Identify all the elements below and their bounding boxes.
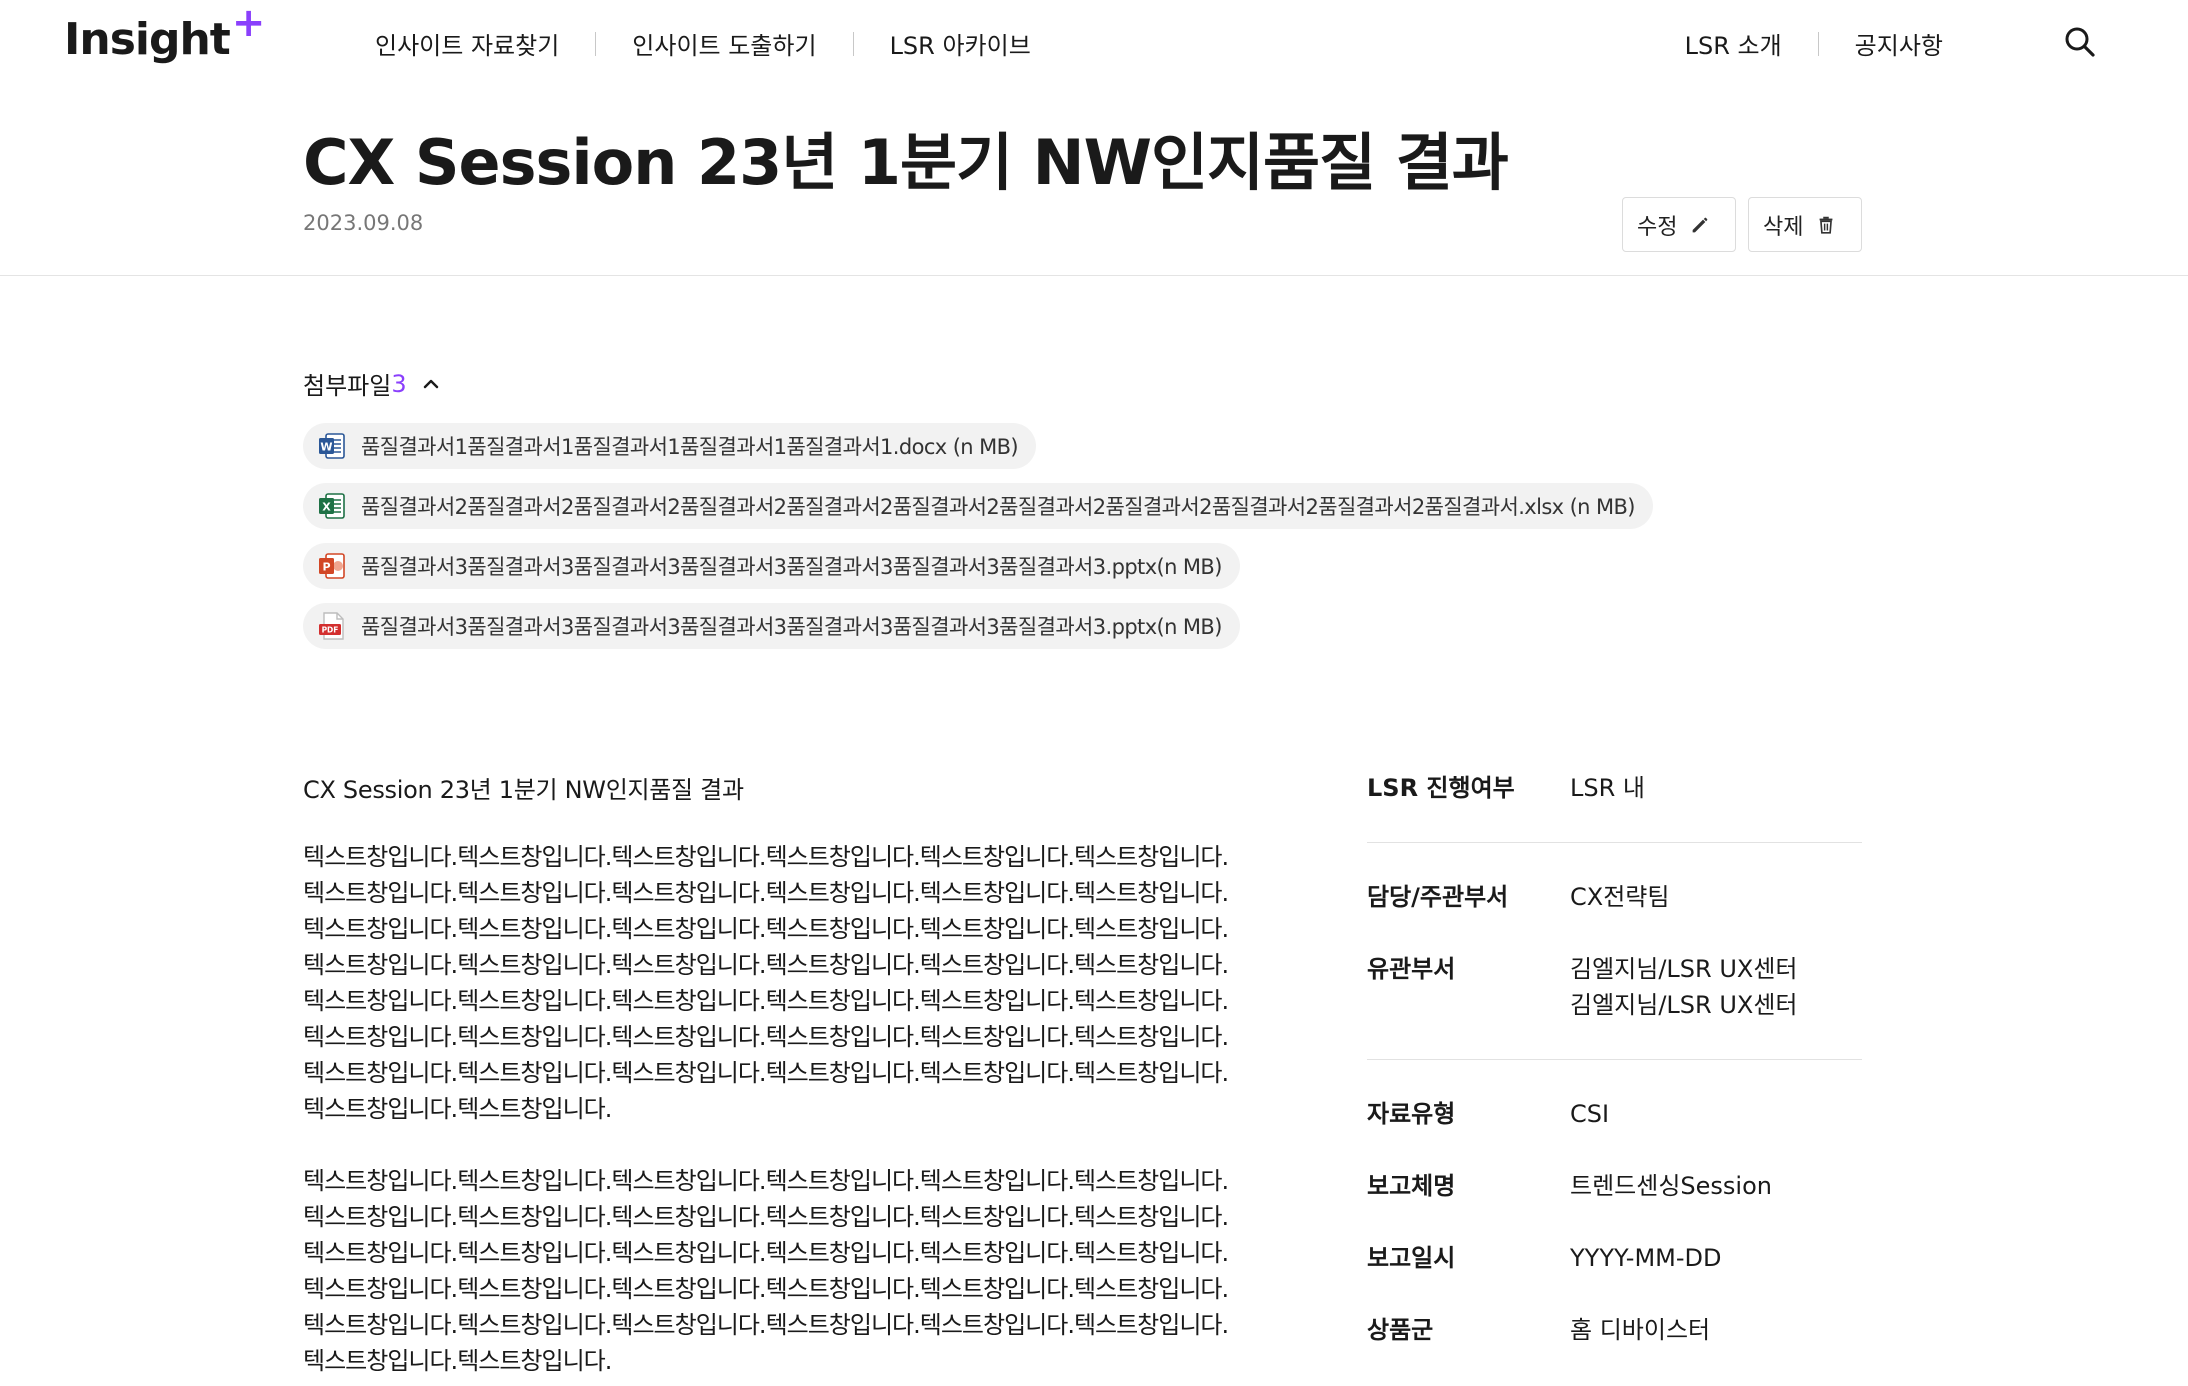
word-file-icon: W bbox=[319, 433, 345, 459]
info-row-report-date: 보고일시 YYYY-MM-DD bbox=[1367, 1240, 1862, 1276]
info-row-related: 유관부서 김엘지님/LSR UX센터 김엘지님/LSR UX센터 bbox=[1367, 951, 1862, 1023]
info-label: 보고체명 bbox=[1367, 1172, 1456, 1200]
util-item-lsr-intro[interactable]: LSR 소개 bbox=[1685, 26, 1782, 61]
svg-text:PDF: PDF bbox=[322, 626, 339, 635]
info-divider bbox=[1367, 842, 1862, 843]
info-value: 김엘지님/LSR UX센터 bbox=[1570, 991, 1798, 1019]
attachment-name: 품질결과서3품질결과서3품질결과서3품질결과서3품질결과서3품질결과서3품질결과… bbox=[361, 615, 1222, 639]
info-label: 보고일시 bbox=[1367, 1244, 1456, 1272]
attachment-name: 품질결과서2품질결과서2품질결과서2품질결과서2품질결과서2품질결과서2품질결과… bbox=[361, 495, 1635, 519]
attachments-label: 첨부파일 bbox=[303, 372, 392, 400]
info-row-data-type: 자료유형 CSI bbox=[1367, 1096, 1862, 1132]
main-nav: 인사이트 자료찾기 인사이트 도출하기 LSR 아카이브 bbox=[375, 26, 1031, 61]
info-value: 김엘지님/LSR UX센터 bbox=[1570, 955, 1798, 983]
title-divider bbox=[0, 275, 2188, 276]
attachment-name: 품질결과서1품질결과서1품질결과서1품질결과서1품질결과서1.docx (n M… bbox=[361, 435, 1019, 459]
info-value: CSI bbox=[1570, 1100, 1610, 1128]
page-title: CX Session 23년 1분기 NW인지품질 결과 bbox=[303, 126, 1509, 199]
pencil-icon bbox=[1693, 217, 1708, 232]
search-icon bbox=[2065, 27, 2095, 57]
attachment-item[interactable]: X 품질결과서2품질결과서2품질결과서2품질결과서2품질결과서2품질결과서2품질… bbox=[303, 483, 1653, 529]
attachment-item[interactable]: W 품질결과서1품질결과서1품질결과서1품질결과서1품질결과서1.docx (n… bbox=[303, 423, 1037, 469]
excel-file-icon: X bbox=[319, 493, 345, 519]
attachments-toggle[interactable]: 첨부파일 3 bbox=[303, 366, 441, 401]
nav-divider bbox=[595, 31, 597, 56]
info-row-lsr-progress: LSR 진행여부 LSR 내 bbox=[1367, 770, 1862, 806]
global-header: Insight+ 인사이트 자료찾기 인사이트 도출하기 LSR 아카이브 LS… bbox=[0, 0, 2188, 84]
utility-nav: LSR 소개 공지사항 bbox=[1685, 26, 1943, 61]
edit-button[interactable]: 수정 bbox=[1622, 197, 1736, 252]
info-label: 자료유형 bbox=[1367, 1100, 1456, 1128]
info-value: 트렌드센싱Session bbox=[1570, 1172, 1772, 1200]
info-value: LSR 내 bbox=[1570, 774, 1645, 802]
delete-label: 삭제 bbox=[1763, 214, 1804, 240]
chevron-up-icon bbox=[423, 379, 438, 388]
nav-item-insight-derive[interactable]: 인사이트 도출하기 bbox=[632, 26, 816, 61]
svg-text:P: P bbox=[322, 561, 330, 574]
attachment-name: 품질결과서3품질결과서3품질결과서3품질결과서3품질결과서3품질결과서3품질결과… bbox=[361, 555, 1222, 579]
info-value: YYYY-MM-DD bbox=[1570, 1244, 1722, 1272]
post-actions: 수정 삭제 bbox=[1622, 197, 1862, 252]
attachment-list: W 품질결과서1품질결과서1품질결과서1품질결과서1품질결과서1.docx (n… bbox=[303, 423, 1653, 663]
delete-button[interactable]: 삭제 bbox=[1748, 197, 1862, 252]
info-label: 담당/주관부서 bbox=[1367, 883, 1509, 911]
info-label: LSR 진행여부 bbox=[1367, 774, 1515, 802]
info-label: 유관부서 bbox=[1367, 955, 1456, 983]
logo-plus: + bbox=[231, 0, 266, 46]
logo-text: Insight bbox=[64, 14, 231, 65]
svg-text:W: W bbox=[320, 441, 332, 454]
info-row-dept: 담당/주관부서 CX전략팀 bbox=[1367, 879, 1862, 915]
pdf-file-icon: PDF bbox=[319, 612, 344, 640]
attachment-item[interactable]: PDF 품질결과서3품질결과서3품질결과서3품질결과서3품질결과서3품질결과서3… bbox=[303, 603, 1240, 649]
attachment-item[interactable]: P 품질결과서3품질결과서3품질결과서3품질결과서3품질결과서3품질결과서3품질… bbox=[303, 543, 1240, 589]
info-value: CX전략팀 bbox=[1570, 883, 1670, 911]
trash-icon bbox=[1820, 216, 1833, 234]
info-label: 상품군 bbox=[1367, 1316, 1434, 1344]
body-subtitle: CX Session 23년 1분기 NW인지품질 결과 bbox=[303, 776, 744, 804]
nav-item-insight-search[interactable]: 인사이트 자료찾기 bbox=[375, 26, 559, 61]
util-divider bbox=[1817, 31, 1819, 56]
info-value-group: 김엘지님/LSR UX센터 김엘지님/LSR UX센터 bbox=[1570, 951, 1797, 1023]
nav-item-lsr-archive[interactable]: LSR 아카이브 bbox=[890, 26, 1031, 61]
post-date: 2023.09.08 bbox=[303, 211, 424, 235]
powerpoint-file-icon: P bbox=[319, 553, 345, 579]
edit-label: 수정 bbox=[1637, 214, 1678, 240]
post-body: CX Session 23년 1분기 NW인지품질 결과 텍스트창입니다.텍스트… bbox=[303, 770, 1233, 1386]
info-row-product: 상품군 홈 디바이스터 bbox=[1367, 1312, 1862, 1348]
util-item-notice[interactable]: 공지사항 bbox=[1855, 26, 1943, 61]
info-panel: LSR 진행여부 LSR 내 담당/주관부서 CX전략팀 유관부서 김엘지님/L… bbox=[1367, 770, 1862, 1348]
info-value: 홈 디바이스터 bbox=[1570, 1316, 1711, 1344]
search-button[interactable] bbox=[2062, 24, 2098, 60]
body-paragraph: 텍스트창입니다.텍스트창입니다.텍스트창입니다.텍스트창입니다.텍스트창입니다.… bbox=[303, 843, 1229, 1123]
svg-text:X: X bbox=[322, 501, 331, 514]
logo[interactable]: Insight+ bbox=[64, 0, 265, 65]
info-divider bbox=[1367, 1059, 1862, 1060]
info-row-report-system: 보고체명 트렌드센싱Session bbox=[1367, 1168, 1862, 1204]
body-paragraph: 텍스트창입니다.텍스트창입니다.텍스트창입니다.텍스트창입니다.텍스트창입니다.… bbox=[303, 1167, 1229, 1375]
nav-divider bbox=[852, 31, 854, 56]
attachments-count: 3 bbox=[391, 369, 407, 398]
